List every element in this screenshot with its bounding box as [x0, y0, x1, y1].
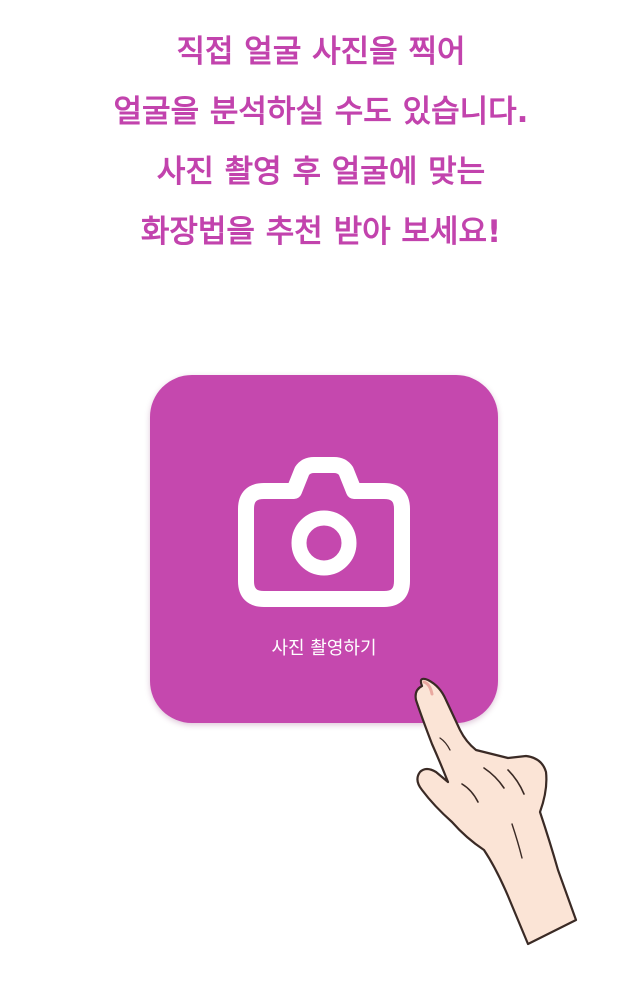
pointing-hand-illustration — [414, 677, 578, 946]
intro-headline: 직접 얼굴 사진을 찍어 얼굴을 분석하실 수도 있습니다. 사진 촬영 후 얼… — [0, 22, 642, 262]
headline-line-3: 사진 촬영 후 얼굴에 맞는 — [156, 154, 486, 190]
camera-icon — [238, 457, 410, 607]
headline-line-2: 얼굴을 분석하실 수도 있습니다. — [113, 94, 529, 130]
headline-line-1: 직접 얼굴 사진을 찍어 — [176, 34, 466, 70]
take-photo-button[interactable]: 사진 촬영하기 — [150, 375, 498, 723]
headline-line-4: 화장법을 추천 받아 보세요! — [140, 214, 502, 250]
take-photo-label: 사진 촬영하기 — [271, 638, 377, 659]
